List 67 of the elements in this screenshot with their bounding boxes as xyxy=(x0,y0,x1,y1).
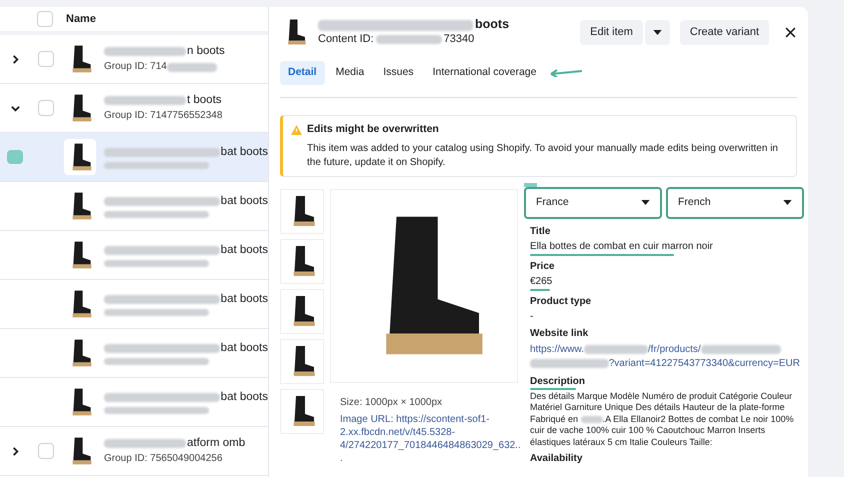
field-label: Website link xyxy=(530,328,588,340)
checkbox[interactable] xyxy=(38,443,54,459)
tab[interactable]: International coverage xyxy=(424,61,544,85)
tab[interactable]: Detail xyxy=(280,61,325,85)
image-url-link[interactable]: Image URL: https://scontent-sof1-2.xx.fbcdn.net/v/t45.5328-4/274220177_7018446484863029_632... xyxy=(340,412,522,465)
list-row[interactable]: bat boots xyxy=(0,133,268,182)
close-button[interactable] xyxy=(783,25,797,39)
caret-icon xyxy=(641,200,650,206)
redaction-blur xyxy=(580,416,603,423)
product-name: t boots xyxy=(187,93,222,108)
selection-marker xyxy=(6,150,23,164)
group-id: Group ID: 714 xyxy=(104,61,167,74)
checkbox[interactable] xyxy=(38,51,54,67)
product-name: bat boots xyxy=(220,292,268,306)
field-label: Title xyxy=(530,226,550,238)
field-value: €265 xyxy=(530,276,552,288)
group-id: Group ID: 7565049004256 xyxy=(104,453,222,466)
caret-icon xyxy=(783,200,792,206)
column-header[interactable]: Name xyxy=(66,10,96,28)
alert-title: Edits might be overwritten xyxy=(307,122,439,137)
product-name: bat boots xyxy=(220,194,268,208)
tab[interactable]: Issues xyxy=(375,61,422,85)
product-name: atform omb xyxy=(187,436,246,450)
content-id-label: Content ID: xyxy=(318,32,374,47)
chevron-down-icon[interactable] xyxy=(10,104,20,112)
field-label: Availability xyxy=(530,453,582,466)
chevron-right-icon[interactable] xyxy=(10,446,20,456)
product-name: bat boots xyxy=(220,144,268,160)
group-id: Group ID: 7147756552348 xyxy=(104,110,222,123)
alert-message: This item was added to your catalog using Shopify. To avoid your manually made edits being overwritten in the future, update it on Shopify. xyxy=(307,142,779,170)
item-title: boots xyxy=(475,17,510,33)
thumbnail-photo[interactable] xyxy=(280,238,324,284)
edit-item-button[interactable]: Edit item xyxy=(580,20,643,44)
field-label: Description xyxy=(530,376,586,388)
product-name: bat boots xyxy=(220,340,268,356)
thumbnail-photo[interactable] xyxy=(280,188,324,234)
field-label: Price xyxy=(530,260,554,273)
product-name: n boots xyxy=(187,44,225,58)
redaction-blur xyxy=(166,63,217,72)
tab[interactable]: Media xyxy=(328,61,372,85)
website-link[interactable]: https://www. xyxy=(530,342,584,357)
website-link[interactable]: /fr/products/ xyxy=(648,342,701,357)
description-text: Des détails Marque Modèle Numéro de produit Catégorie Couleur Matériel Garniture Unique Des détails Hauteur de la plate-forme Fabriqué en .A Ella Ellanoir2 Bottes de combat Le noir 100% cuir de vache 100% cuir 100 % Caoutchouc Marron Inserts élastiques latéraux 5 cm Italie Couleurs Taille: xyxy=(530,390,795,448)
select-field[interactable]: France xyxy=(524,186,662,219)
field-value: Ella bottes de combat en cuir marron noir xyxy=(530,240,713,253)
thumbnail-photo[interactable] xyxy=(280,388,324,434)
checkbox[interactable] xyxy=(37,11,53,27)
field-value: - xyxy=(530,310,534,323)
caret-icon xyxy=(652,30,662,34)
redaction-blur xyxy=(584,345,648,354)
chevron-right-icon[interactable] xyxy=(10,54,20,64)
redaction-blur xyxy=(376,35,442,44)
content-id: 73340 xyxy=(444,32,474,47)
thumbnail-photo[interactable] xyxy=(280,288,324,334)
dropdown-button[interactable] xyxy=(644,20,670,44)
warning-icon xyxy=(291,124,302,135)
thumbnail-photo[interactable] xyxy=(280,338,324,384)
image-size: Size: 1000px × 1000px xyxy=(340,396,444,410)
field-label: Product type xyxy=(530,296,592,308)
product-name: bat boots xyxy=(220,390,268,404)
website-link[interactable]: ?variant=41227543773340&currency=EUR xyxy=(608,356,800,371)
product-name: bat boots xyxy=(220,242,268,258)
annotation-mark xyxy=(524,182,537,187)
checkbox[interactable] xyxy=(38,100,54,116)
select-field[interactable]: French xyxy=(666,186,804,219)
close-icon xyxy=(784,26,796,38)
create-variant-button[interactable]: Create variant xyxy=(680,20,769,44)
